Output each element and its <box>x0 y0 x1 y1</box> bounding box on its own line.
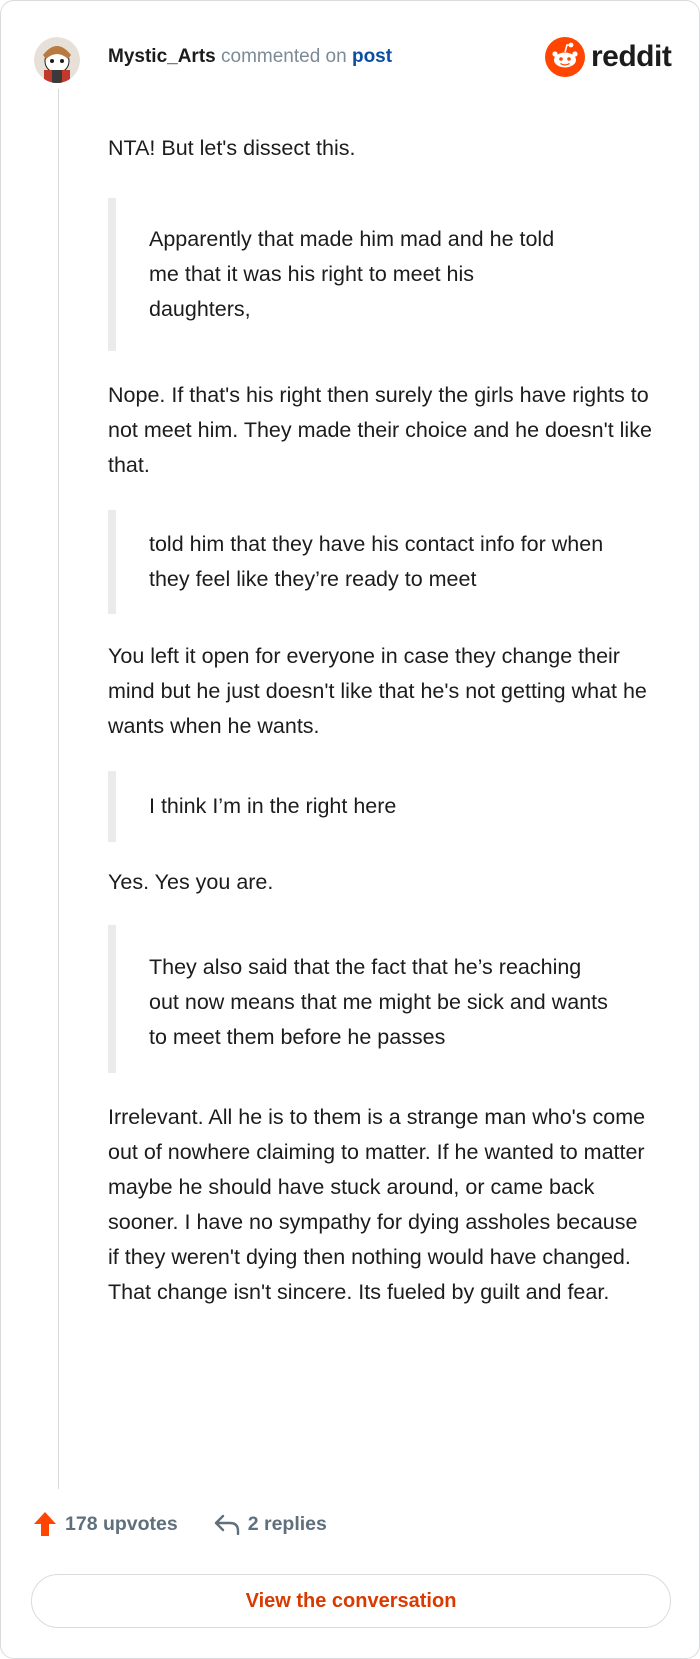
blockquote-text: They also said that the fact that he’s r… <box>149 955 608 1049</box>
comment-body: NTA! But let's dissect this. Apparently … <box>108 131 653 1310</box>
blockquote-text: I think I’m in the right here <box>149 794 397 818</box>
comment-header: Mystic_Arts commented on post <box>108 46 392 68</box>
blockquote: They also said that the fact that he’s r… <box>108 925 608 1073</box>
upvote-arrow-icon <box>34 1512 56 1536</box>
reddit-logo[interactable]: reddit <box>545 37 672 77</box>
post-link[interactable]: post <box>352 46 392 67</box>
reply-count: 2 replies <box>247 1512 327 1535</box>
reddit-snoo-icon <box>545 37 585 77</box>
view-conversation-button[interactable]: View the conversation <box>31 1574 671 1628</box>
commented-on-text: commented on <box>221 46 347 67</box>
reply-arrow-icon <box>214 1514 239 1535</box>
comment-paragraph: NTA! But let's dissect this. <box>108 136 356 160</box>
reddit-wordmark: reddit <box>591 40 672 73</box>
blockquote-text: told him that they have his contact info… <box>149 532 604 591</box>
upvote-count: 178 upvotes <box>65 1512 178 1535</box>
thread-line <box>58 89 59 1489</box>
blockquote: Apparently that made him mad and he told… <box>108 198 558 351</box>
replies-button[interactable]: 2 replies <box>214 1513 327 1536</box>
comment-paragraph: Nope. If that's his right then surely th… <box>108 383 652 477</box>
username-link[interactable]: Mystic_Arts <box>108 46 216 67</box>
comment-paragraph: Irrelevant. All he is to them is a stran… <box>108 1105 646 1304</box>
comment-paragraph: You left it open for everyone in case th… <box>108 644 647 738</box>
comment-paragraph: Yes. Yes you are. <box>108 870 274 894</box>
comment-card: Mystic_Arts commented on post reddit NTA… <box>0 0 700 1659</box>
blockquote: I think I’m in the right here <box>108 771 608 842</box>
blockquote: told him that they have his contact info… <box>108 510 608 614</box>
comment-footer: 178 upvotes 2 replies <box>33 1511 327 1537</box>
blockquote-text: Apparently that made him mad and he told… <box>149 227 555 321</box>
upvote-button[interactable]: 178 upvotes <box>33 1511 178 1537</box>
avatar[interactable] <box>34 37 80 83</box>
